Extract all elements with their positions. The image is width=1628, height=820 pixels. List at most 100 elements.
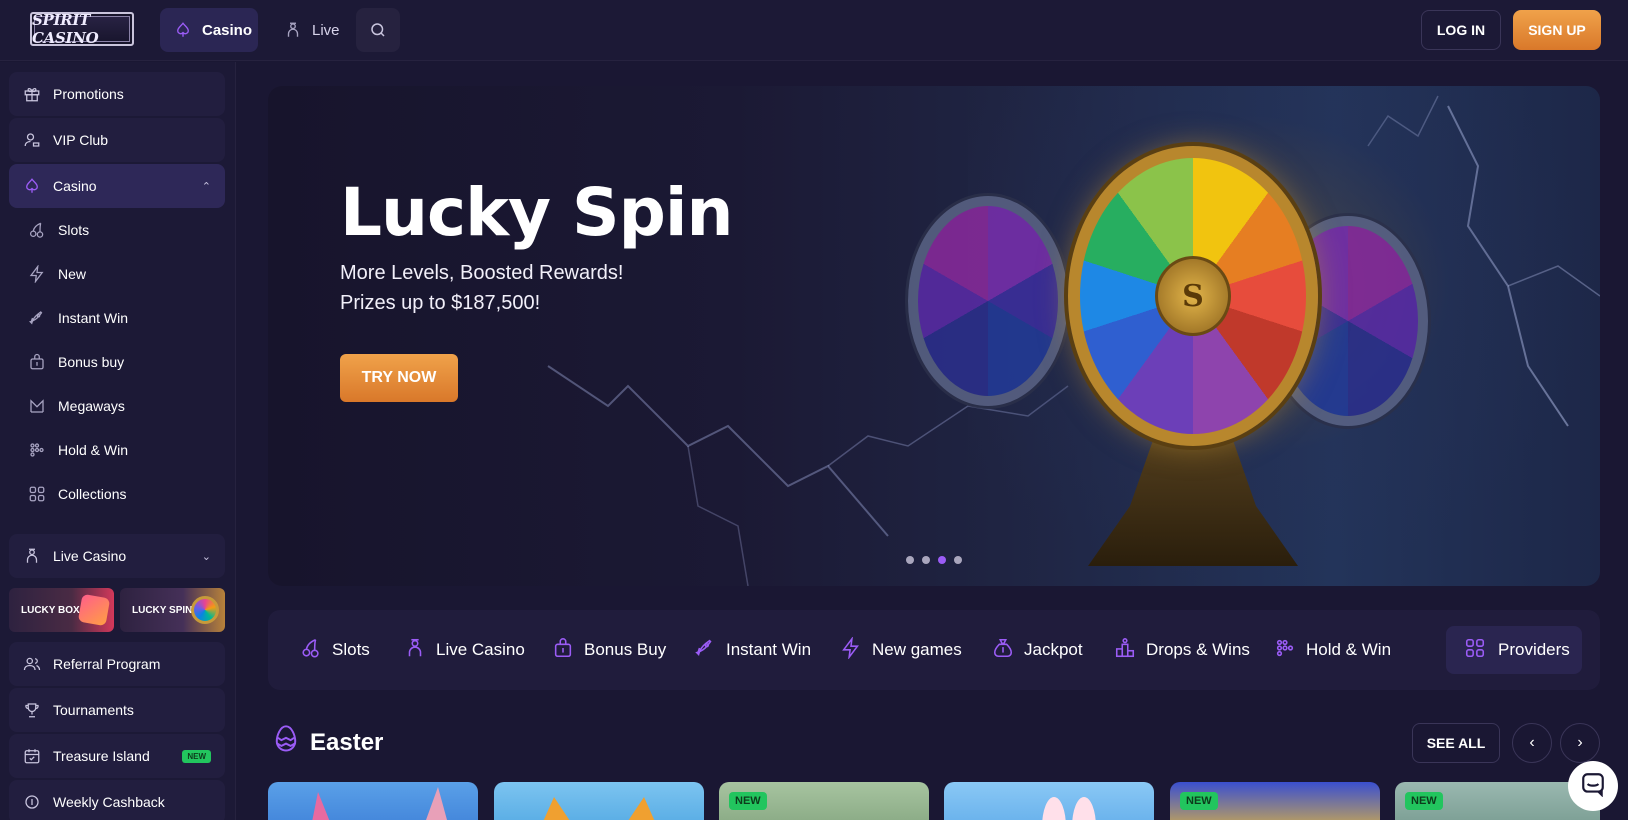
category-label: Live Casino xyxy=(436,640,525,659)
see-all-button[interactable]: SEE ALL xyxy=(1412,723,1500,763)
dots-grid-icon xyxy=(1274,637,1296,664)
sidebar-item-tournaments[interactable]: Tournaments xyxy=(9,688,225,732)
calendar-icon xyxy=(23,747,41,765)
bunny-ears-thumbnail xyxy=(312,787,447,820)
category-label: Hold & Win xyxy=(1306,640,1392,659)
users-icon xyxy=(23,655,41,673)
chevron-right-icon: › xyxy=(1577,734,1583,751)
sidebar-item-label: Bonus buy xyxy=(58,354,125,370)
rocket-icon xyxy=(694,637,716,664)
nav-casino[interactable]: Casino xyxy=(160,8,258,52)
sidebar-item-slots[interactable]: Slots xyxy=(22,212,222,248)
category-label: Slots xyxy=(332,640,370,659)
sidebar-item-label: Collections xyxy=(58,486,127,502)
new-tag: NEW xyxy=(1180,792,1218,810)
sidebar-item-label: Treasure Island xyxy=(53,748,150,764)
category-jackpot[interactable]: Jackpot xyxy=(992,610,1083,690)
sidebar-item-label: Referral Program xyxy=(53,656,161,672)
sidebar-item-label: Live Casino xyxy=(53,548,127,564)
sidebar-item-promotions[interactable]: Promotions xyxy=(9,72,225,116)
dealer-icon xyxy=(23,547,41,565)
chevron-down-icon[interactable]: ⌄ xyxy=(202,550,211,563)
game-card[interactable] xyxy=(268,782,478,820)
login-button[interactable]: LOG IN xyxy=(1421,10,1501,50)
chevron-up-icon[interactable]: ⌃ xyxy=(202,180,211,193)
sidebar-item-megaways[interactable]: Megaways xyxy=(22,388,222,424)
sidebar-item-label: Slots xyxy=(58,222,90,238)
easter-egg-icon xyxy=(272,724,300,761)
carousel-dot[interactable] xyxy=(954,556,962,564)
game-card[interactable]: NEW xyxy=(1170,782,1380,820)
carousel-dot[interactable] xyxy=(906,556,914,564)
top-bar: SPIRIT CASINO Casino Live LOG IN SIGN UP xyxy=(0,0,1628,61)
new-badge: NEW xyxy=(182,749,211,763)
promo-tile-lucky-box[interactable]: LUCKY BOX xyxy=(9,588,114,632)
chat-icon xyxy=(1580,771,1606,802)
sidebar-item-new[interactable]: New xyxy=(22,256,222,292)
category-bonus-buy[interactable]: Bonus Buy xyxy=(552,610,666,690)
category-drops-wins[interactable]: Drops & Wins xyxy=(1114,610,1250,690)
sidebar-item-collections[interactable]: Collections xyxy=(22,476,222,512)
sidebar-item-bonus-buy[interactable]: Bonus buy xyxy=(22,344,222,380)
sidebar-item-label: Megaways xyxy=(58,398,125,414)
new-tag: NEW xyxy=(1405,792,1443,810)
hero-subtitle-line-1: More Levels, Boosted Rewards! xyxy=(340,262,624,284)
sidebar-item-casino[interactable]: Casino ⌃ xyxy=(9,164,225,208)
signup-button[interactable]: SIGN UP xyxy=(1513,10,1601,50)
wheel-icon xyxy=(191,596,219,624)
game-card[interactable] xyxy=(494,782,704,820)
category-label: Bonus Buy xyxy=(584,640,667,659)
bag-icon xyxy=(552,637,574,664)
new-tag: NEW xyxy=(729,792,767,810)
category-hold-win[interactable]: Hold & Win xyxy=(1274,610,1391,690)
nav-live[interactable]: Live xyxy=(270,8,340,52)
prev-button[interactable]: ‹ xyxy=(1512,723,1552,763)
lightning-icon xyxy=(28,265,46,283)
spade-icon xyxy=(23,177,41,195)
category-live-casino[interactable]: Live Casino xyxy=(404,610,525,690)
rocket-icon xyxy=(28,309,46,327)
sidebar-item-instant-win[interactable]: Instant Win xyxy=(22,300,222,336)
carousel-dot-active[interactable] xyxy=(938,556,946,564)
sidebar-item-hold-win[interactable]: Hold & Win xyxy=(22,432,222,468)
chat-support-button[interactable] xyxy=(1568,761,1618,811)
promo-tile-lucky-spin[interactable]: LUCKY SPIN xyxy=(120,588,225,632)
hero-subtitle: More Levels, Boosted Rewards! Prizes up … xyxy=(340,258,623,318)
search-button[interactable] xyxy=(356,8,400,52)
sidebar-item-label: VIP Club xyxy=(53,132,108,148)
money-bag-icon xyxy=(992,637,1014,664)
cherries-icon xyxy=(28,221,46,239)
providers-button[interactable]: Providers xyxy=(1446,626,1582,674)
fox-thumbnail xyxy=(543,797,655,820)
section-title: Easter xyxy=(272,724,383,761)
chevron-left-icon: ‹ xyxy=(1529,734,1535,751)
gift-box-icon xyxy=(77,593,111,627)
category-slots[interactable]: Slots xyxy=(300,610,370,690)
hero-banner[interactable]: S Lucky Spin More Levels, Boosted Reward… xyxy=(268,86,1600,586)
user-icon xyxy=(23,131,41,149)
rabbit-thumbnail xyxy=(1042,797,1096,820)
category-label: New games xyxy=(872,640,962,659)
site-logo[interactable]: SPIRIT CASINO xyxy=(30,11,134,47)
next-button[interactable]: › xyxy=(1560,723,1600,763)
sidebar-item-treasure-island[interactable]: Treasure Island NEW xyxy=(9,734,225,778)
carousel-dot[interactable] xyxy=(922,556,930,564)
try-now-button[interactable]: TRY NOW xyxy=(340,354,458,402)
category-new-games[interactable]: New games xyxy=(840,610,962,690)
grid-icon xyxy=(28,485,46,503)
sidebar-item-weekly-cashback[interactable]: Weekly Cashback xyxy=(9,780,225,820)
category-label: Instant Win xyxy=(726,640,812,659)
category-instant-win[interactable]: Instant Win xyxy=(694,610,811,690)
game-card[interactable] xyxy=(944,782,1154,820)
category-label: Jackpot xyxy=(1024,640,1083,659)
sidebar-item-vip-club[interactable]: VIP Club xyxy=(9,118,225,162)
sidebar-item-referral[interactable]: Referral Program xyxy=(9,642,225,686)
sidebar-item-label: Hold & Win xyxy=(58,442,129,458)
sidebar-item-live-casino[interactable]: Live Casino ⌄ xyxy=(9,534,225,578)
sidebar-item-label: Weekly Cashback xyxy=(53,794,165,810)
game-card[interactable]: NEW xyxy=(719,782,929,820)
gift-icon xyxy=(23,85,41,103)
trophy-icon xyxy=(23,701,41,719)
search-icon xyxy=(369,21,387,39)
sidebar-item-label: New xyxy=(58,266,87,282)
